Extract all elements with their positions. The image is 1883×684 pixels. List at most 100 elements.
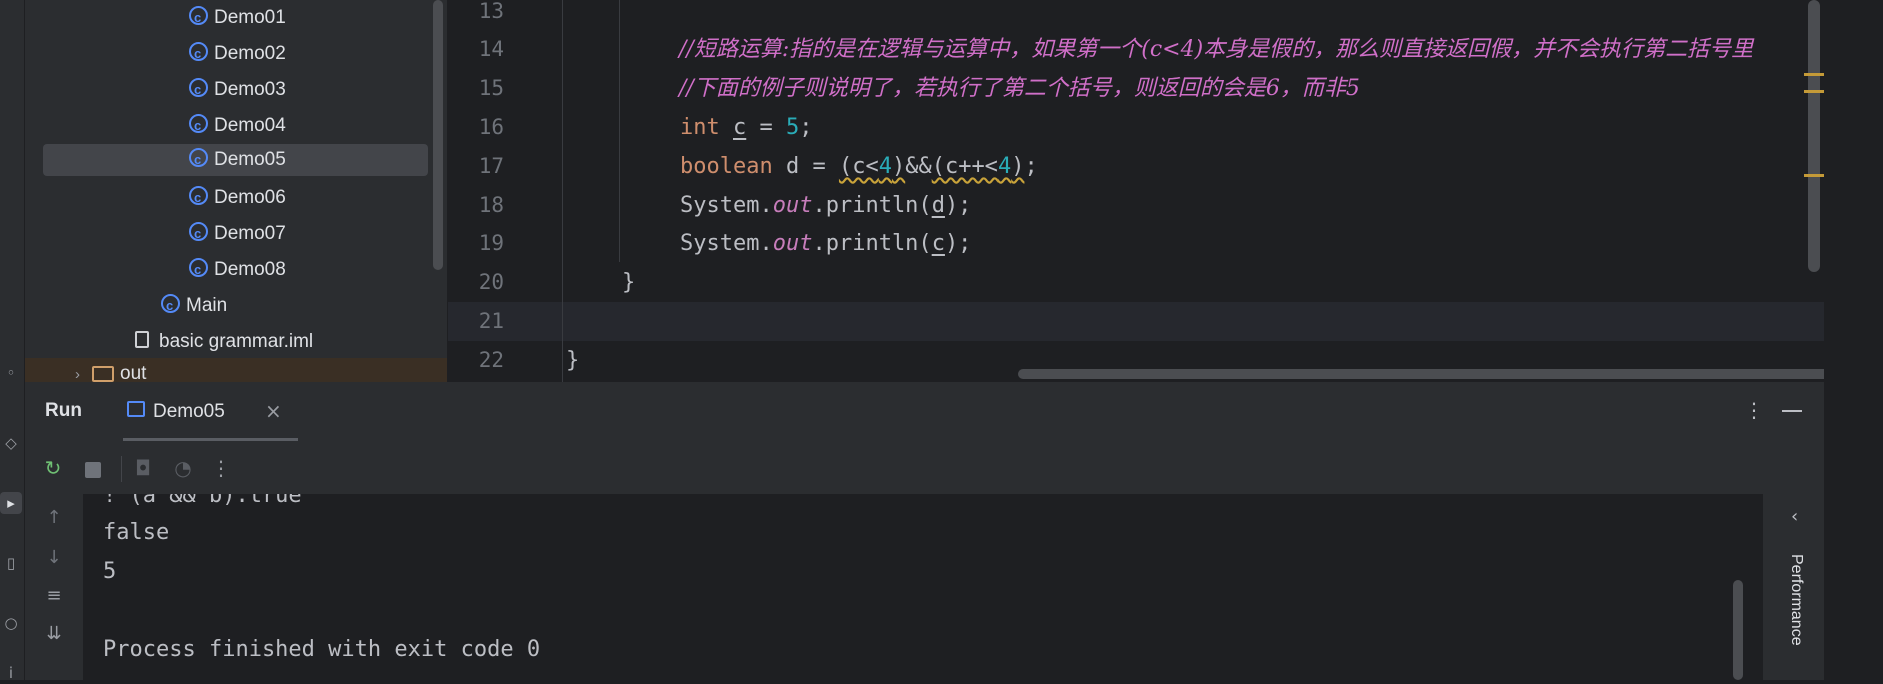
comment-text: //下面的例子则说明了，若执行了第二个括号，则返回的会是6，而非5 bbox=[679, 76, 1360, 101]
tree-scrollbar[interactable] bbox=[433, 0, 443, 270]
arrow-down-icon[interactable]: ↓ bbox=[40, 544, 68, 572]
console-output[interactable]: ! (a && b):true false 5 Process finished… bbox=[83, 494, 1763, 680]
tree-item-label: Demo06 bbox=[214, 187, 286, 208]
performance-side-panel[interactable]: ‹ Performance bbox=[1775, 494, 1824, 680]
camera-icon[interactable]: ◘ bbox=[129, 454, 157, 482]
arrow-up-icon[interactable]: ↑ bbox=[40, 504, 68, 532]
services-icon[interactable]: ◇ bbox=[2, 432, 20, 454]
variable: c bbox=[931, 231, 945, 256]
static-field: out bbox=[772, 231, 813, 256]
profiler-icon[interactable]: ◔ bbox=[169, 454, 197, 482]
tree-item-demo06[interactable]: Demo06 bbox=[189, 182, 286, 214]
problems-icon[interactable]: ○ bbox=[2, 612, 20, 634]
terminal-icon[interactable]: ▯ bbox=[2, 552, 20, 574]
java-class-icon bbox=[189, 254, 208, 286]
line-number: 14 bbox=[478, 37, 504, 61]
line-number: 21 bbox=[478, 309, 504, 333]
editor-horizontal-scrollbar[interactable] bbox=[1018, 369, 1824, 379]
code-line-15: //下面的例子则说明了，若执行了第二个括号，则返回的会是6，而非5 bbox=[679, 69, 1360, 108]
code-line-19: System.out.println(c); bbox=[680, 224, 971, 263]
right-tool-strip bbox=[1824, 0, 1883, 680]
code-text: (c++< bbox=[931, 154, 998, 179]
number-literal: 5 bbox=[786, 115, 800, 140]
line-number: 16 bbox=[478, 115, 504, 139]
java-class-icon bbox=[189, 2, 208, 34]
chevron-left-icon[interactable]: ‹ bbox=[1791, 506, 1798, 527]
line-number-gutter: 13 14 15 16 17 18 19 20 21 22 bbox=[448, 0, 562, 382]
tab-demo05[interactable]: Demo05 × bbox=[123, 382, 298, 442]
code-text: System. bbox=[680, 231, 773, 256]
keyword: boolean bbox=[680, 154, 773, 179]
variable: d bbox=[931, 193, 945, 218]
java-class-icon bbox=[189, 74, 208, 106]
code-line-16: int c = 5; bbox=[680, 108, 813, 147]
warning-stripe-marker[interactable] bbox=[1804, 90, 1824, 93]
console-line: ! (a && b):true bbox=[103, 494, 302, 508]
current-line-highlight bbox=[448, 302, 1824, 341]
git-icon[interactable]: ⅰ bbox=[2, 662, 20, 684]
run-toolbar: ↻ ◘ ◔ ⋮ bbox=[25, 442, 1824, 494]
tree-item-out[interactable]: › out bbox=[25, 358, 447, 382]
code-line-22: } bbox=[566, 348, 580, 373]
line-number: 19 bbox=[478, 231, 504, 255]
tree-item-demo05[interactable]: Demo05 bbox=[43, 144, 428, 176]
line-number: 15 bbox=[478, 76, 504, 100]
code-text: ) bbox=[1011, 154, 1025, 179]
editor-vertical-scrollbar[interactable] bbox=[1808, 0, 1820, 272]
console-icon bbox=[127, 401, 145, 417]
tree-item-label: Demo05 bbox=[214, 149, 286, 170]
close-tab-icon[interactable]: × bbox=[265, 399, 282, 423]
warning-expression[interactable]: (c++<4) bbox=[932, 154, 1025, 179]
code-text: d = bbox=[772, 154, 839, 179]
chevron-right-icon[interactable]: › bbox=[75, 366, 80, 382]
indent-guide bbox=[562, 0, 563, 382]
folder-icon bbox=[92, 365, 114, 382]
tree-item-label: Demo03 bbox=[214, 79, 286, 100]
more-actions-icon[interactable]: ⋮ bbox=[207, 454, 235, 482]
warning-expression[interactable]: (c<4) bbox=[839, 154, 905, 179]
tree-item-label: out bbox=[120, 363, 147, 382]
commit-icon[interactable]: ◦ bbox=[2, 362, 20, 384]
iml-file-icon bbox=[135, 331, 149, 349]
minimize-icon[interactable] bbox=[1782, 410, 1802, 412]
code-line-14: //短路运算:指的是在逻辑与运算中，如果第一个(c<4)本身是假的，那么则直接返… bbox=[679, 30, 1753, 69]
java-class-icon bbox=[161, 290, 180, 322]
java-class-icon bbox=[189, 110, 208, 142]
code-text: ) bbox=[891, 154, 906, 179]
operator: = bbox=[746, 115, 786, 140]
line-number: 13 bbox=[478, 0, 504, 23]
tree-item-demo04[interactable]: Demo04 bbox=[189, 110, 286, 142]
more-options-icon[interactable]: ⋮ bbox=[1744, 398, 1764, 422]
run-header: Run Demo05 × ⋮ bbox=[25, 382, 1824, 442]
keyword: int bbox=[680, 115, 720, 140]
comment-text: //短路运算:指的是在逻辑与运算中，如果第一个(c<4)本身是假的，那么则直接返… bbox=[679, 37, 1754, 62]
line-number: 22 bbox=[478, 348, 504, 372]
tree-item-demo01[interactable]: Demo01 bbox=[189, 2, 286, 34]
console-scrollbar[interactable] bbox=[1733, 580, 1743, 680]
tree-item-demo03[interactable]: Demo03 bbox=[189, 74, 286, 106]
toolbar-divider bbox=[121, 456, 122, 482]
tree-item-iml[interactable]: basic grammar.iml bbox=[135, 326, 313, 358]
operator: && bbox=[905, 154, 932, 179]
code-editor[interactable]: 13 14 15 16 17 18 19 20 21 22 //短路运算:指的是… bbox=[448, 0, 1824, 382]
tree-item-label: Demo01 bbox=[214, 7, 286, 28]
tree-item-demo07[interactable]: Demo07 bbox=[189, 218, 286, 250]
scroll-to-end-icon[interactable]: ⇊ bbox=[40, 620, 68, 648]
tree-item-demo02[interactable]: Demo02 bbox=[189, 38, 286, 70]
stop-icon[interactable] bbox=[85, 462, 101, 478]
indent-guide bbox=[619, 0, 620, 262]
warning-stripe-marker[interactable] bbox=[1804, 174, 1824, 177]
run-tool-icon[interactable]: ▸ bbox=[0, 492, 22, 514]
console-line: false bbox=[103, 520, 170, 545]
java-class-icon bbox=[189, 218, 208, 250]
rerun-icon[interactable]: ↻ bbox=[39, 454, 67, 482]
code-text: ); bbox=[944, 231, 972, 256]
code-text: .println( bbox=[812, 231, 932, 256]
console-side-toolbar: ↑ ↓ ≡ ⇊ bbox=[25, 494, 83, 680]
console-line: 5 bbox=[103, 559, 117, 584]
tree-item-main[interactable]: Main bbox=[161, 290, 227, 322]
warning-stripe-marker[interactable] bbox=[1804, 73, 1824, 76]
soft-wrap-icon[interactable]: ≡ bbox=[40, 582, 68, 610]
tab-underline bbox=[123, 438, 298, 441]
tree-item-demo08[interactable]: Demo08 bbox=[189, 254, 286, 286]
